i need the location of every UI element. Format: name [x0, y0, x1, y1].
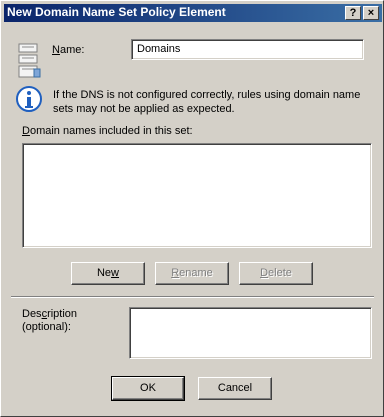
description-input[interactable]	[129, 307, 372, 359]
name-input[interactable]: Domains	[131, 39, 364, 60]
domain-list-label: Domain names included in this set:	[22, 125, 193, 137]
name-label: Name:	[52, 44, 85, 56]
close-button[interactable]: ×	[363, 6, 379, 20]
ok-button[interactable]: OK	[111, 376, 185, 401]
dns-info-text: If the DNS is not configured correctly, …	[53, 89, 361, 115]
dialog-window: New Domain Name Set Policy Element ? × N…	[0, 0, 384, 417]
cancel-button[interactable]: Cancel	[198, 377, 272, 400]
window-title: New Domain Name Set Policy Element	[7, 5, 226, 19]
name-input-value: Domains	[137, 43, 181, 55]
domain-names-list[interactable]	[22, 143, 372, 248]
help-icon: ?	[349, 7, 357, 19]
rename-button[interactable]: Rename	[155, 262, 229, 285]
delete-button[interactable]: Delete	[239, 262, 313, 285]
description-label: Description (optional):	[22, 308, 78, 333]
title-bar[interactable]: New Domain Name Set Policy Element ? ×	[4, 4, 382, 22]
new-button[interactable]: New	[71, 262, 145, 285]
domain-set-icon	[18, 43, 41, 78]
separator	[11, 296, 374, 298]
help-button[interactable]: ?	[345, 6, 361, 20]
info-icon	[16, 86, 42, 112]
close-icon: ×	[367, 7, 375, 19]
